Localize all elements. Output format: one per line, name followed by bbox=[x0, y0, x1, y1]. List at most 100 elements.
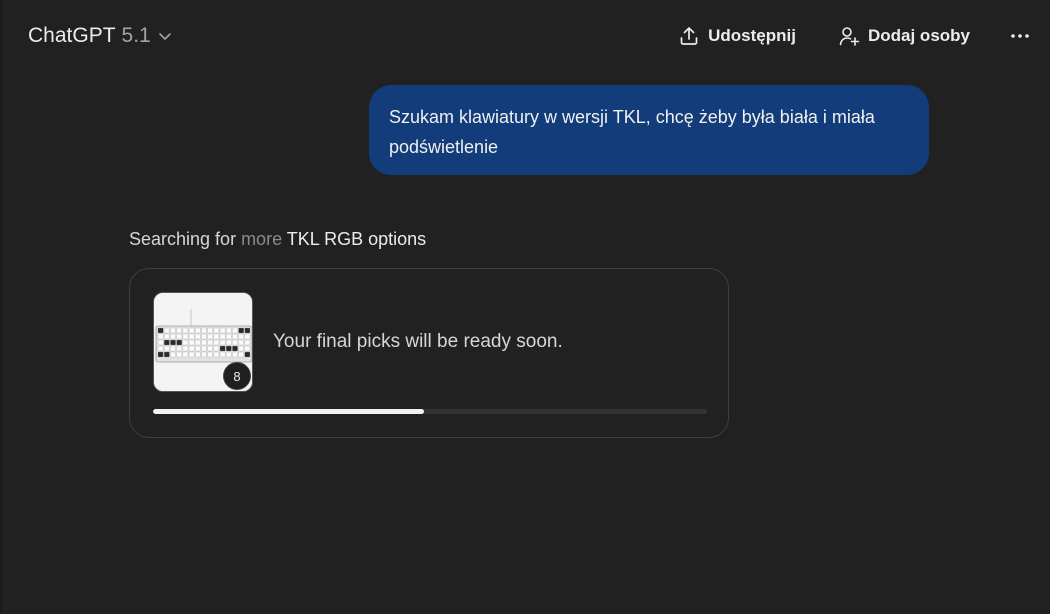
keyboard-key bbox=[244, 339, 251, 346]
user-message-bubble: Szukam klawiatury w wersji TKL, chcę żeb… bbox=[369, 85, 929, 175]
keyboard-key bbox=[244, 327, 251, 334]
keyboard-key bbox=[195, 333, 201, 340]
keyboard-key bbox=[164, 339, 170, 346]
keyboard-key bbox=[207, 345, 213, 352]
keyboard-key bbox=[170, 351, 176, 358]
keyboard-key bbox=[226, 333, 232, 340]
keyboard-key bbox=[182, 345, 189, 352]
keyboard-key bbox=[219, 345, 226, 352]
upload-icon bbox=[680, 27, 698, 45]
left-edge-divider bbox=[0, 0, 2, 614]
app-window: ChatGPT 5.1 Udostępnij Dodaj osoby Szuka… bbox=[0, 0, 1050, 614]
keyboard-key bbox=[170, 333, 176, 340]
more-options-button[interactable] bbox=[1008, 24, 1032, 48]
keyboard-key bbox=[207, 333, 213, 340]
keyboard-key bbox=[232, 327, 238, 334]
keyboard-key bbox=[188, 327, 195, 334]
keyboard-key bbox=[213, 333, 220, 340]
keyboard-key bbox=[201, 339, 207, 346]
card-status-message: Your final picks will be ready soon. bbox=[273, 331, 563, 352]
status-part-3: TKL RGB options bbox=[282, 229, 427, 249]
keyboard-key bbox=[201, 345, 207, 352]
keyboard-key bbox=[244, 345, 251, 352]
keyboard-key bbox=[157, 327, 164, 334]
header-bar: ChatGPT 5.1 Udostępnij Dodaj osoby bbox=[0, 0, 1050, 76]
share-button[interactable]: Udostępnij bbox=[678, 25, 796, 47]
keyboard-key bbox=[157, 333, 164, 340]
keyboard-key bbox=[232, 351, 238, 358]
keyboard-key bbox=[213, 351, 220, 358]
keyboard-key bbox=[164, 345, 170, 352]
keyboard-key bbox=[195, 327, 201, 334]
keyboard-key bbox=[176, 345, 182, 352]
keyboard-key bbox=[188, 345, 195, 352]
search-status-text: Searching for more TKL RGB options bbox=[129, 229, 426, 250]
keyboard-key bbox=[244, 351, 251, 358]
keyboard-key bbox=[195, 351, 201, 358]
add-person-icon bbox=[839, 27, 860, 46]
keyboard-key bbox=[182, 333, 189, 340]
keyboard-key bbox=[182, 351, 189, 358]
keyboard-key bbox=[201, 327, 207, 334]
header-actions: Udostępnij Dodaj osoby bbox=[636, 24, 1032, 48]
shopping-progress-card: 8 Your final picks will be ready soon. bbox=[129, 268, 729, 438]
keyboard-key bbox=[213, 339, 220, 346]
keyboard-key bbox=[157, 339, 164, 346]
keyboard-key bbox=[201, 351, 207, 358]
keyboard-key bbox=[219, 327, 226, 334]
keyboard-key bbox=[195, 345, 201, 352]
model-switcher-button[interactable]: ChatGPT 5.1 bbox=[28, 24, 173, 48]
keyboard-key bbox=[238, 351, 244, 358]
keyboard-key bbox=[238, 339, 244, 346]
keyboard-key bbox=[219, 339, 226, 346]
keyboard-key bbox=[176, 339, 182, 346]
image-count-badge: 8 bbox=[223, 362, 251, 390]
status-part-1: Searching for bbox=[129, 229, 237, 249]
keyboard-key bbox=[226, 327, 232, 334]
keyboard-key bbox=[170, 327, 176, 334]
keyboard-key bbox=[232, 339, 238, 346]
keyboard-key bbox=[164, 333, 170, 340]
keyboard-key bbox=[195, 339, 201, 346]
keyboard-key bbox=[157, 351, 164, 358]
keyboard-key bbox=[201, 333, 207, 340]
share-label: Udostępnij bbox=[708, 26, 796, 45]
add-people-label: Dodaj osoby bbox=[867, 26, 970, 45]
keyboard-key bbox=[164, 351, 170, 358]
keyboard-key bbox=[238, 333, 244, 340]
keyboard-key bbox=[226, 339, 232, 346]
keyboard-key bbox=[238, 327, 244, 334]
keyboard-key bbox=[176, 333, 182, 340]
keyboard-key bbox=[226, 351, 232, 358]
keyboard-key bbox=[219, 351, 226, 358]
model-name: ChatGPT bbox=[28, 24, 116, 47]
keyboard-key bbox=[176, 327, 182, 334]
more-horizontal-icon bbox=[1011, 34, 1029, 38]
keyboard-key bbox=[244, 333, 251, 340]
chevron-down-icon bbox=[158, 33, 171, 40]
keyboard-key bbox=[164, 327, 170, 334]
keyboard-key bbox=[232, 333, 238, 340]
keyboard-key bbox=[176, 351, 182, 358]
progress-bar-fill bbox=[153, 409, 425, 414]
keyboard-key bbox=[226, 345, 232, 352]
keyboard-key bbox=[207, 351, 213, 358]
progress-bar bbox=[153, 409, 707, 414]
keyboard-key bbox=[232, 345, 238, 352]
keyboard-key bbox=[170, 345, 176, 352]
keyboard-key bbox=[170, 339, 176, 346]
keyboard-key bbox=[188, 339, 195, 346]
keyboard-key bbox=[238, 345, 244, 352]
model-version: 5.1 bbox=[121, 24, 151, 47]
keyboard-key bbox=[213, 327, 220, 334]
keyboard-key bbox=[157, 345, 164, 352]
add-people-button[interactable]: Dodaj osoby bbox=[838, 25, 970, 47]
keyboard-key bbox=[188, 351, 195, 358]
status-part-2: more bbox=[236, 229, 283, 249]
keyboard-key bbox=[207, 339, 213, 346]
keyboard-key bbox=[213, 345, 220, 352]
keyboard-key bbox=[207, 327, 213, 334]
keyboard-key bbox=[182, 327, 189, 334]
keyboard-key bbox=[182, 339, 189, 346]
keyboard-key bbox=[188, 333, 195, 340]
